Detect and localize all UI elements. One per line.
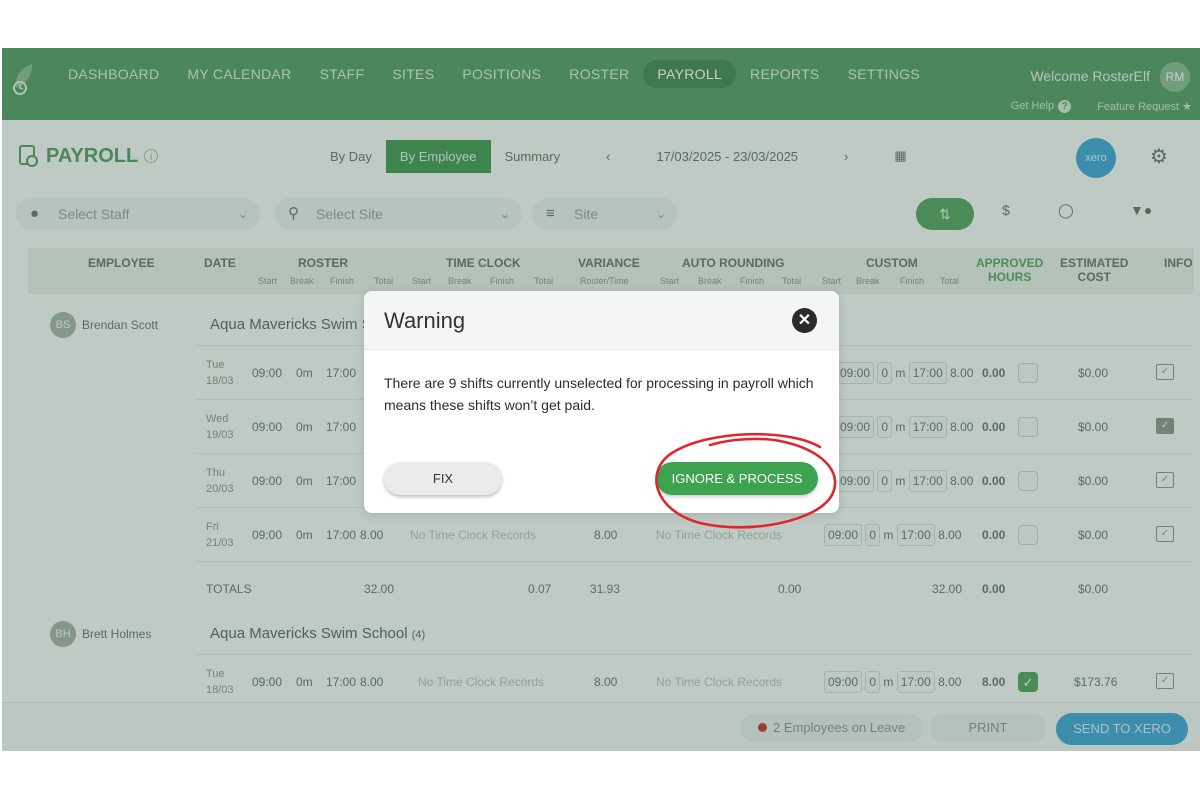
fix-button[interactable]: FIX — [384, 462, 502, 495]
close-icon[interactable]: ✕ — [792, 308, 817, 333]
warning-dialog: Warning ✕ There are 9 shifts currently u… — [364, 291, 839, 513]
dialog-title: Warning — [384, 308, 466, 333]
ignore-and-process-button[interactable]: IGNORE & PROCESS — [656, 462, 818, 495]
dialog-message: There are 9 shifts currently unselected … — [384, 375, 814, 413]
dialog-header: Warning ✕ — [364, 291, 839, 350]
